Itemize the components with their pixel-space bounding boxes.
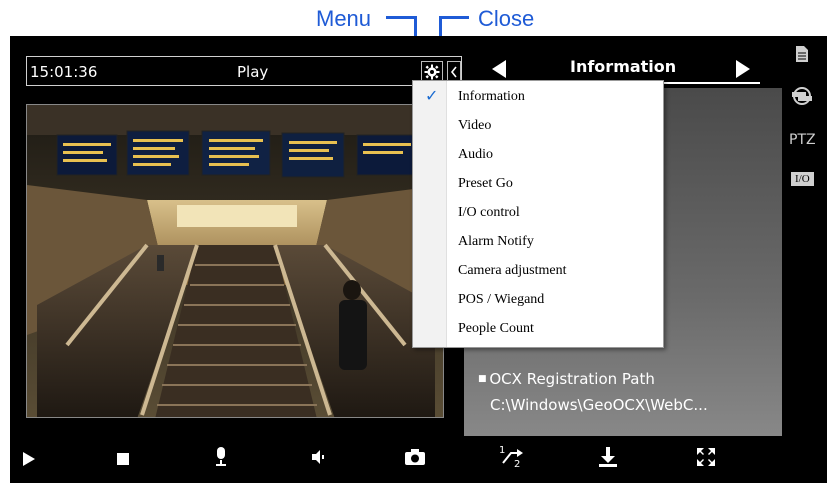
status-bar: 15:01:36 Play [26,56,462,86]
timestamp: 15:01:36 [30,63,98,81]
menu-item-label: I/O control [458,205,520,220]
menu-item-camera-adjustment[interactable]: Camera adjustment [413,257,663,286]
fullscreen-icon[interactable] [696,447,716,467]
menu-item-label: Video [458,118,492,133]
half-speed-numerator: 1 [499,445,505,456]
snapshot-icon[interactable] [404,448,426,466]
menu-item-label: Information [458,89,525,104]
panel-menu: ✓ Information Video Audio Preset Go I/O … [412,80,664,348]
play-icon[interactable] [22,451,36,467]
stop-icon[interactable] [116,452,130,466]
download-icon[interactable] [598,446,618,468]
info-panel-title: Information [570,57,677,76]
menu-item-label: POS / Wiegand [458,292,545,307]
half-speed-denominator: 2 [514,459,520,469]
gear-icon [424,64,440,80]
menu-item-pos-wiegand[interactable]: POS / Wiegand [413,286,663,315]
ptz-button[interactable]: PTZ [789,132,816,148]
network-icon[interactable] [789,86,815,106]
ocx-path-value: C:\Windows\GeoOCX\WebC... [490,396,708,414]
chevron-left-icon [450,66,457,78]
half-speed-icon: 1 2 [499,445,523,469]
camera-feed-image [27,105,443,417]
viewer-window: 15:01:36 Play Information ■ OCX Registra… [10,36,827,483]
menu-item-io-control[interactable]: I/O control [413,199,663,228]
menu-item-people-count[interactable]: People Count [413,315,663,344]
menu-item-label: People Count [458,321,534,336]
menu-item-video[interactable]: Video [413,112,663,141]
menu-item-alarm-notify[interactable]: Alarm Notify [413,228,663,257]
menu-item-label: Alarm Notify [458,234,534,249]
close-callout: Close [478,6,535,31]
check-icon: ✓ [425,88,439,105]
menu-item-audio[interactable]: Audio [413,141,663,170]
menu-item-label: Audio [458,147,493,162]
menu-item-label: Camera adjustment [458,263,567,278]
menu-item-information[interactable]: ✓ Information [413,83,663,112]
speaker-icon[interactable] [310,448,326,466]
playback-mode: Play [237,63,269,81]
document-icon[interactable] [795,45,809,63]
io-button[interactable]: I/O [791,172,814,186]
ocx-path-label: OCX Registration Path [478,370,655,388]
half-speed-button[interactable]: 1 2 [497,443,527,469]
menu-callout: Menu [316,6,372,31]
previous-panel-arrow-icon[interactable] [492,60,506,78]
next-panel-arrow-icon[interactable] [736,60,750,78]
microphone-icon[interactable] [215,446,227,468]
menu-item-preset-go[interactable]: Preset Go [413,170,663,199]
menu-item-label: Preset Go [458,176,513,191]
camera-video[interactable] [26,104,444,418]
